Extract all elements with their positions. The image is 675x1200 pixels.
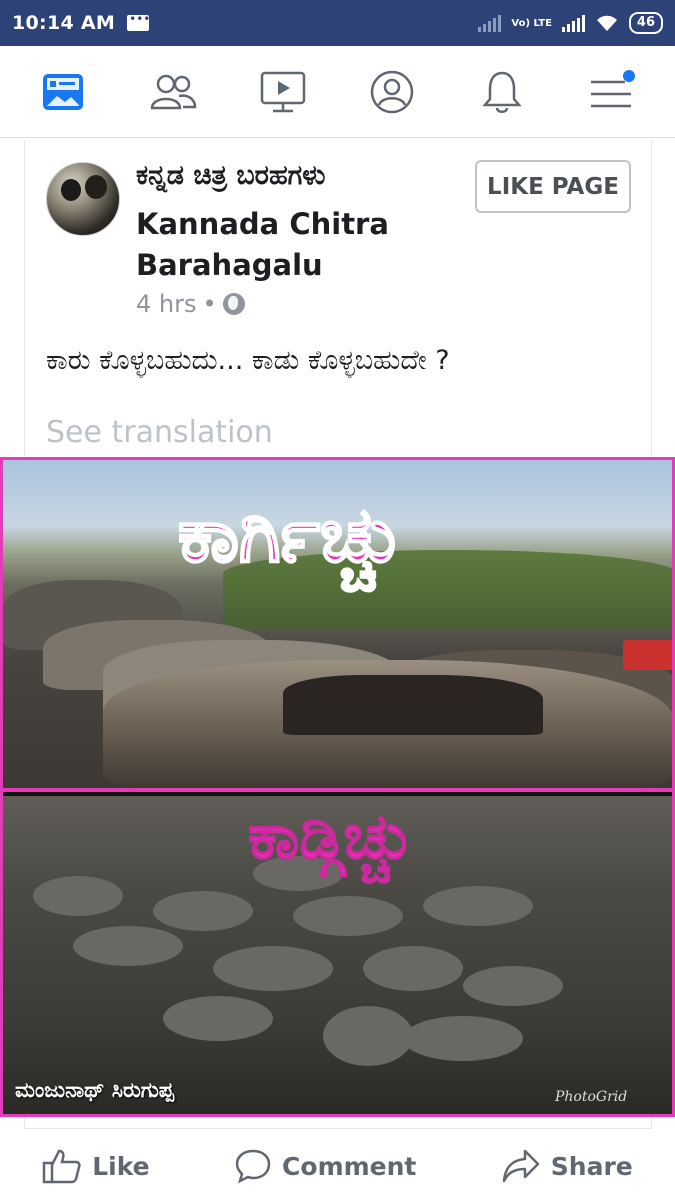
post-time[interactable]: 4 hrs	[136, 290, 196, 318]
comment-icon	[235, 1149, 271, 1184]
share-label: Share	[550, 1151, 633, 1181]
carcass	[323, 1006, 413, 1066]
volte-lte-icon: Vo) LTE	[511, 17, 552, 29]
carcass	[163, 996, 273, 1041]
tab-watch[interactable]	[253, 62, 313, 122]
overlay-text-top: ಕಾರ್ಗಿಚ್ಚು	[177, 489, 405, 580]
meta-separator: •	[202, 290, 217, 318]
comment-button[interactable]: Comment	[234, 1148, 416, 1184]
like-page-button[interactable]: LIKE PAGE	[475, 160, 631, 213]
carcass	[153, 891, 253, 931]
profile-icon	[371, 70, 414, 113]
carcass	[293, 896, 403, 936]
status-bar: 10:14 AM Vo) LTE 46	[0, 0, 675, 46]
burnt-car-window	[283, 675, 543, 735]
share-icon	[502, 1149, 540, 1183]
tab-friends[interactable]	[143, 62, 203, 122]
post-meta: 4 hrs •	[136, 290, 245, 318]
tab-profile[interactable]	[362, 62, 422, 122]
status-time: 10:14 AM	[12, 12, 116, 34]
wifi-icon	[596, 15, 617, 31]
post-text: ಕಾರು ಕೊಳ್ಳಬಹುದು... ಕಾಡು ಕೊಳ್ಳಬಹುದೇ ?	[46, 345, 450, 376]
carcass	[463, 966, 563, 1006]
post-card: ಕನ್ನಡ ಚಿತ್ರ ಬರಹಗಳು Kannada Chitra Baraha…	[24, 140, 652, 460]
like-label: Like	[92, 1151, 150, 1181]
dead-animals-image: ಕಾಡ್ಗಿಚ್ಚು ಮಂಜುನಾಥ್ ಸಿರುಗುಪ್ಪ PhotoGrid	[3, 796, 672, 1114]
page-name-kannada[interactable]: ಕನ್ನಡ ಚಿತ್ರ ಬರಹಗಳು	[136, 160, 326, 192]
thumbs-up-icon	[42, 1149, 81, 1184]
tab-menu[interactable]	[582, 62, 642, 122]
carcass	[73, 926, 183, 966]
photogrid-watermark: PhotoGrid	[555, 1089, 628, 1105]
carcass	[423, 886, 533, 926]
post-photo[interactable]: ಕಾರ್ಗಿಚ್ಚು ಕಾಡ್ಗಿಚ್ಚು ಮಂಜುನಾಥ್ ಸಿರುಗುಪ್ಪ…	[0, 457, 675, 1117]
photo-credit: ಮಂಜುನಾಥ್ ಸಿರುಗುಪ್ಪ	[15, 1078, 174, 1102]
carcass	[403, 1016, 523, 1061]
top-navigation-bar	[0, 46, 675, 138]
tab-news-feed[interactable]	[33, 62, 93, 122]
message-notification-icon	[127, 12, 150, 31]
page-avatar[interactable]	[46, 162, 120, 236]
like-button[interactable]: Like	[42, 1148, 150, 1184]
friends-icon	[150, 74, 196, 109]
signal-2-icon	[561, 14, 585, 32]
burnt-cars-image: ಕಾರ್ಗಿಚ್ಚು	[3, 460, 672, 792]
page-name-english[interactable]: Kannada Chitra Barahagalu	[136, 204, 456, 286]
carcass	[213, 946, 333, 991]
carcass	[363, 946, 463, 991]
status-indicators: Vo) LTE 46	[478, 12, 663, 34]
carcass	[33, 876, 123, 916]
watch-icon	[260, 71, 305, 112]
battery-indicator: 46	[628, 12, 663, 34]
notifications-icon	[482, 71, 522, 113]
tab-notifications[interactable]	[472, 62, 532, 122]
menu-icon	[591, 69, 636, 107]
comment-label: Comment	[282, 1151, 417, 1181]
overlay-text-bottom: ಕಾಡ್ಗಿಚ್ಚು	[248, 800, 415, 875]
red-truck	[623, 640, 672, 670]
post-actions-bar: Like Comment Share	[0, 1132, 675, 1200]
post-footer-edge	[24, 1117, 652, 1129]
see-translation-link[interactable]: See translation	[46, 415, 273, 450]
share-button[interactable]: Share	[501, 1148, 633, 1184]
public-globe-icon	[222, 293, 245, 315]
signal-1-icon	[478, 14, 502, 32]
news-feed-icon	[42, 73, 83, 110]
